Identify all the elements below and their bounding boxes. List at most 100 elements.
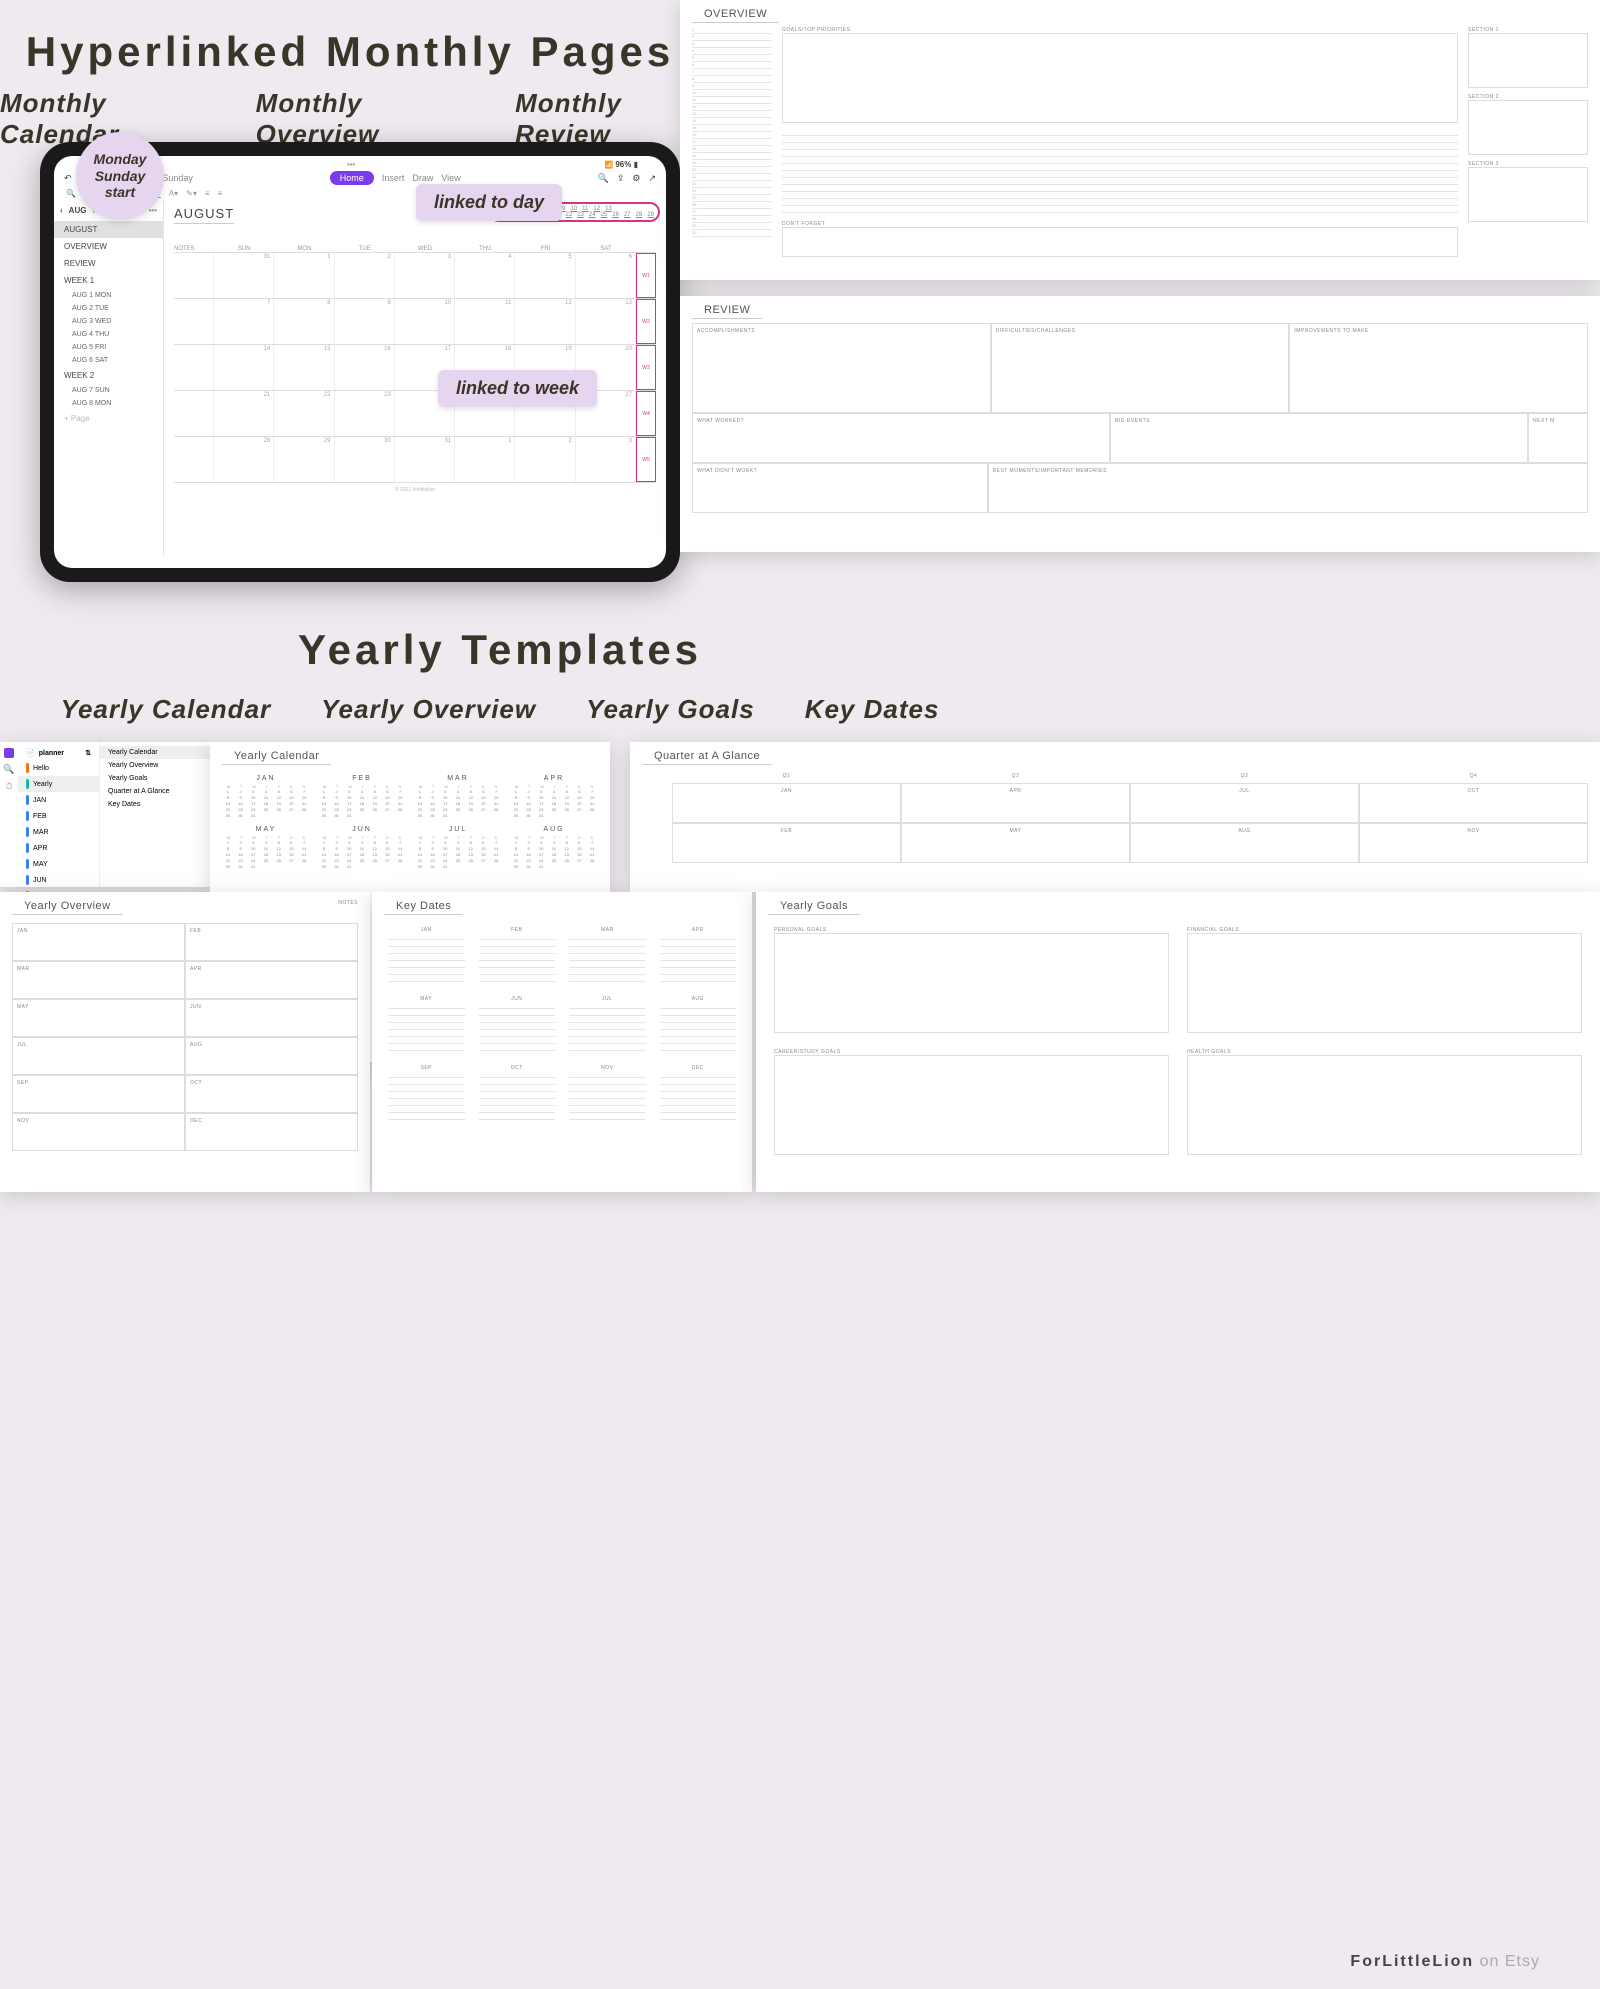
sidebar-item-overview[interactable]: OVERVIEW	[54, 238, 163, 255]
sub-monthly-overview: Monthly Overview	[256, 88, 465, 150]
sub-monthly-review: Monthly Review	[515, 88, 700, 150]
sidebar-day[interactable]: AUG 1 MON	[54, 289, 163, 302]
copyright: © 2021 forlittlelion	[174, 487, 656, 493]
nav-item[interactable]: MAR	[18, 824, 99, 840]
sidebar-day[interactable]: AUG 4 THU	[54, 328, 163, 341]
sheet-overview: OVERVIEW 1234567891011121314151617181920…	[680, 0, 1600, 280]
day-cell[interactable]: 8	[274, 299, 334, 344]
nav-item[interactable]: MAY	[18, 856, 99, 872]
day-cell[interactable]: 28	[214, 437, 274, 482]
overview-title: OVERVIEW	[692, 0, 779, 23]
heading-monthly: Hyperlinked Monthly Pages	[0, 28, 700, 76]
nav-item[interactable]: JUN	[18, 872, 99, 888]
heading-yearly: Yearly Templates	[0, 626, 1000, 674]
sidebar-day[interactable]: AUG 8 MON	[54, 397, 163, 410]
week-link[interactable]: W1	[636, 253, 656, 298]
expand-icon[interactable]: ↗	[648, 173, 656, 184]
chevron-left-icon[interactable]: ‹	[60, 206, 63, 215]
nav-item[interactable]: APR	[18, 840, 99, 856]
nav-item[interactable]: Yearly	[18, 776, 99, 792]
day-cell[interactable]: 15	[274, 345, 334, 390]
sidebar-item-august[interactable]: AUGUST	[54, 221, 163, 238]
sidebar-day[interactable]: AUG 5 FRI	[54, 341, 163, 354]
sheet-review: REVIEW ACCOMPLISHMENTS DIFFICULTIES/CHAL…	[680, 296, 1600, 552]
day-cell[interactable]: 3	[576, 437, 636, 482]
day-cell[interactable]: 31	[214, 253, 274, 298]
nav-sub-item[interactable]: Yearly Overview	[100, 759, 210, 772]
day-cell[interactable]	[174, 391, 214, 436]
callout-linked-day: linked to day	[416, 184, 562, 221]
day-cell[interactable]: 29	[274, 437, 334, 482]
day-cell[interactable]: 7	[214, 299, 274, 344]
callout-linked-week: linked to week	[438, 370, 597, 407]
day-cell[interactable]: 11	[455, 299, 515, 344]
day-cell[interactable]: 4	[455, 253, 515, 298]
day-cell[interactable]: 5	[515, 253, 575, 298]
search-icon[interactable]: 🔍	[598, 173, 609, 184]
tab-home[interactable]: Home	[330, 171, 374, 185]
nav-sub-item[interactable]: Yearly Calendar	[100, 746, 210, 759]
day-cell[interactable]: 2	[335, 253, 395, 298]
sidebar-day[interactable]: AUG 2 TUE	[54, 302, 163, 315]
sidebar-day[interactable]: AUG 6 SAT	[54, 354, 163, 367]
sheet-yearly-goals: Yearly Goals PERSONAL GOALS FINANCIAL GO…	[756, 892, 1600, 1192]
tab-view[interactable]: View	[441, 173, 460, 183]
day-cell[interactable]: 23	[335, 391, 395, 436]
bubble-start-day: MondaySundaystart	[76, 132, 164, 220]
day-cell[interactable]	[174, 253, 214, 298]
day-cell[interactable]: 9	[335, 299, 395, 344]
sidebar-day[interactable]: AUG 7 SUN	[54, 384, 163, 397]
month-sidebar: ‹AUG›••• AUGUST OVERVIEW REVIEW WEEK 1 A…	[54, 200, 164, 556]
planner-nav: 🔍 ⏱ 📄planner⇅ HelloYearlyJANFEBMARAPRMAY…	[0, 742, 210, 887]
day-cell[interactable]	[174, 299, 214, 344]
day-cell[interactable]: 3	[395, 253, 455, 298]
sidebar-item-week1[interactable]: WEEK 1	[54, 272, 163, 289]
nav-sub-item[interactable]: Quarter at A Glance	[100, 785, 210, 798]
week-link[interactable]: W5	[636, 437, 656, 482]
back-icon[interactable]: ↶	[64, 173, 72, 184]
day-cell[interactable]: 13	[576, 299, 636, 344]
day-cell[interactable]: 12	[515, 299, 575, 344]
day-cell[interactable]: 6	[576, 253, 636, 298]
sidebar-item-review[interactable]: REVIEW	[54, 255, 163, 272]
sub-yearly-calendar: Yearly Calendar	[61, 694, 272, 725]
day-cell[interactable]: 1	[455, 437, 515, 482]
week-link[interactable]: W2	[636, 299, 656, 344]
nav-item[interactable]: FEB	[18, 808, 99, 824]
day-cell[interactable]: 1	[274, 253, 334, 298]
status-battery: 96%	[615, 160, 631, 169]
day-cell[interactable]: 21	[214, 391, 274, 436]
sidebar-add-page[interactable]: + Page	[54, 410, 163, 427]
review-title: REVIEW	[692, 296, 762, 319]
day-cell[interactable]: 14	[214, 345, 274, 390]
day-cell[interactable]: 16	[335, 345, 395, 390]
app-icon	[4, 748, 14, 758]
nav-sub-item[interactable]: Yearly Goals	[100, 772, 210, 785]
nav-sub-item[interactable]: Key Dates	[100, 798, 210, 811]
week-link[interactable]: W4	[636, 391, 656, 436]
day-cell[interactable]	[174, 437, 214, 482]
tab-insert[interactable]: Insert	[382, 173, 405, 183]
sheet-quarter: Quarter at A Glance Q1 Q2 Q3 Q4 JANAPRJU…	[630, 742, 1600, 892]
day-cell[interactable]: 31	[395, 437, 455, 482]
sidebar-day[interactable]: AUG 3 WED	[54, 315, 163, 328]
day-cell[interactable]: 30	[335, 437, 395, 482]
day-cell[interactable]: 2	[515, 437, 575, 482]
week-link[interactable]: W3	[636, 345, 656, 390]
month-title: AUGUST	[174, 206, 234, 224]
day-cell[interactable]: 10	[395, 299, 455, 344]
clock-icon[interactable]: ⏱	[5, 781, 12, 792]
nav-item[interactable]: Hello	[18, 760, 99, 776]
settings-icon[interactable]: ⚙	[632, 173, 640, 184]
search-icon[interactable]: 🔍	[3, 764, 14, 775]
sidebar-item-week2[interactable]: WEEK 2	[54, 367, 163, 384]
sub-key-dates: Key Dates	[805, 694, 940, 725]
tab-draw[interactable]: Draw	[412, 173, 433, 183]
search-icon[interactable]: 🔍	[66, 189, 76, 198]
share-icon[interactable]: ⇪	[617, 173, 625, 184]
sub-yearly-goals: Yearly Goals	[586, 694, 755, 725]
day-cell[interactable]: 22	[274, 391, 334, 436]
brand-footer: ForLittleLion on Etsy	[1350, 1953, 1540, 1971]
day-cell[interactable]	[174, 345, 214, 390]
nav-item[interactable]: JAN	[18, 792, 99, 808]
